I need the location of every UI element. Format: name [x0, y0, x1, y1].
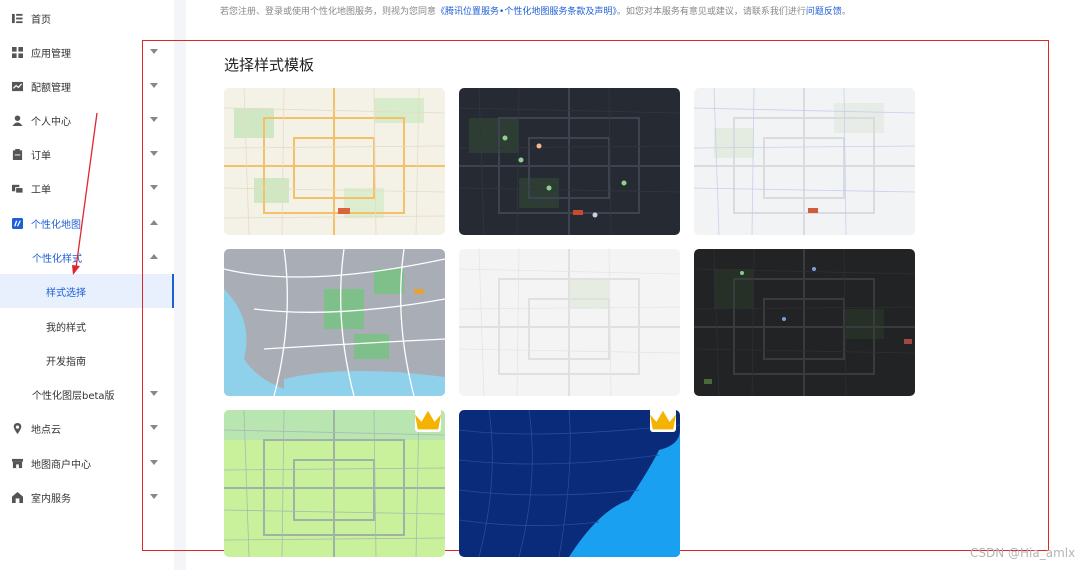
sidebar-item-label: 订单 — [31, 150, 51, 162]
notice-text: 若您注册、登录或使用个性化地图服务，则视为您同意 — [220, 7, 437, 17]
feedback-link[interactable]: 问题反馈 — [806, 7, 842, 17]
map-thumbnail — [694, 249, 915, 396]
map-thumbnail — [459, 410, 680, 557]
map-thumbnail — [459, 88, 680, 235]
sidebar-item-label: 样式选择 — [46, 287, 86, 299]
map-thumbnail — [694, 88, 915, 235]
location-pin-icon — [13, 422, 22, 434]
style-template-deep-blue[interactable] — [459, 410, 680, 557]
chart-icon — [12, 81, 23, 91]
indoor-icon — [12, 491, 23, 503]
sidebar-item-home[interactable]: 首页 — [0, 1, 174, 35]
premium-badge — [415, 410, 441, 432]
map-thumbnail — [224, 249, 445, 396]
sidebar-item-label: 个性化地图 — [31, 219, 81, 231]
style-template-black-dark[interactable] — [694, 249, 915, 396]
watermark: CSDN @Hia_amlx — [970, 546, 1076, 560]
style-template-classic[interactable] — [224, 88, 445, 235]
style-template-minimal-white[interactable] — [459, 249, 680, 396]
sidebar-item-label: 我的样式 — [46, 322, 86, 334]
store-icon — [12, 458, 23, 468]
style-template-green-fresh[interactable] — [224, 410, 445, 557]
style-template-light-gray[interactable] — [694, 88, 915, 235]
sidebar-item-label: 首页 — [31, 14, 51, 26]
grid-icon — [12, 46, 23, 58]
style-template-coastal-city[interactable] — [224, 249, 445, 396]
map-thumbnail — [224, 88, 445, 235]
sidebar-item-label: 开发指南 — [46, 356, 86, 368]
sidebar-item-label: 个性化图层beta版 — [32, 390, 115, 402]
crown-icon — [650, 410, 676, 430]
map-thumbnail — [459, 249, 680, 396]
terms-notice: 若您注册、登录或使用个性化地图服务，则视为您同意《腾讯位置服务•个性化地图服务条… — [220, 4, 851, 17]
style-template-dark-night[interactable] — [459, 88, 680, 235]
terms-link[interactable]: 《腾讯位置服务•个性化地图服务条款及声明》 — [436, 7, 617, 17]
premium-badge — [650, 410, 676, 432]
sidebar-item-label: 室内服务 — [31, 493, 71, 505]
sidebar-item-label: 地图商户中心 — [31, 459, 91, 471]
crown-icon — [415, 410, 441, 430]
notice-text: 。如您对本服务有意见或建议，请联系我们进行 — [616, 7, 806, 17]
clipboard-icon — [12, 148, 23, 160]
sidebar-item-label: 地点云 — [31, 424, 61, 436]
ticket-icon — [12, 184, 23, 194]
map-style-icon — [12, 217, 23, 229]
sidebar-item-label: 个性化样式 — [32, 253, 82, 265]
home-list-icon — [12, 13, 23, 23]
notice-text: 。 — [841, 7, 851, 17]
sidebar-item-label: 工单 — [31, 184, 51, 196]
section-title: 选择样式模板 — [224, 56, 315, 74]
user-icon — [12, 114, 23, 126]
sidebar-item-label: 配额管理 — [31, 82, 71, 94]
map-thumbnail — [224, 410, 445, 557]
sidebar-item-label: 应用管理 — [31, 48, 71, 60]
sidebar-item-label: 个人中心 — [31, 116, 71, 128]
